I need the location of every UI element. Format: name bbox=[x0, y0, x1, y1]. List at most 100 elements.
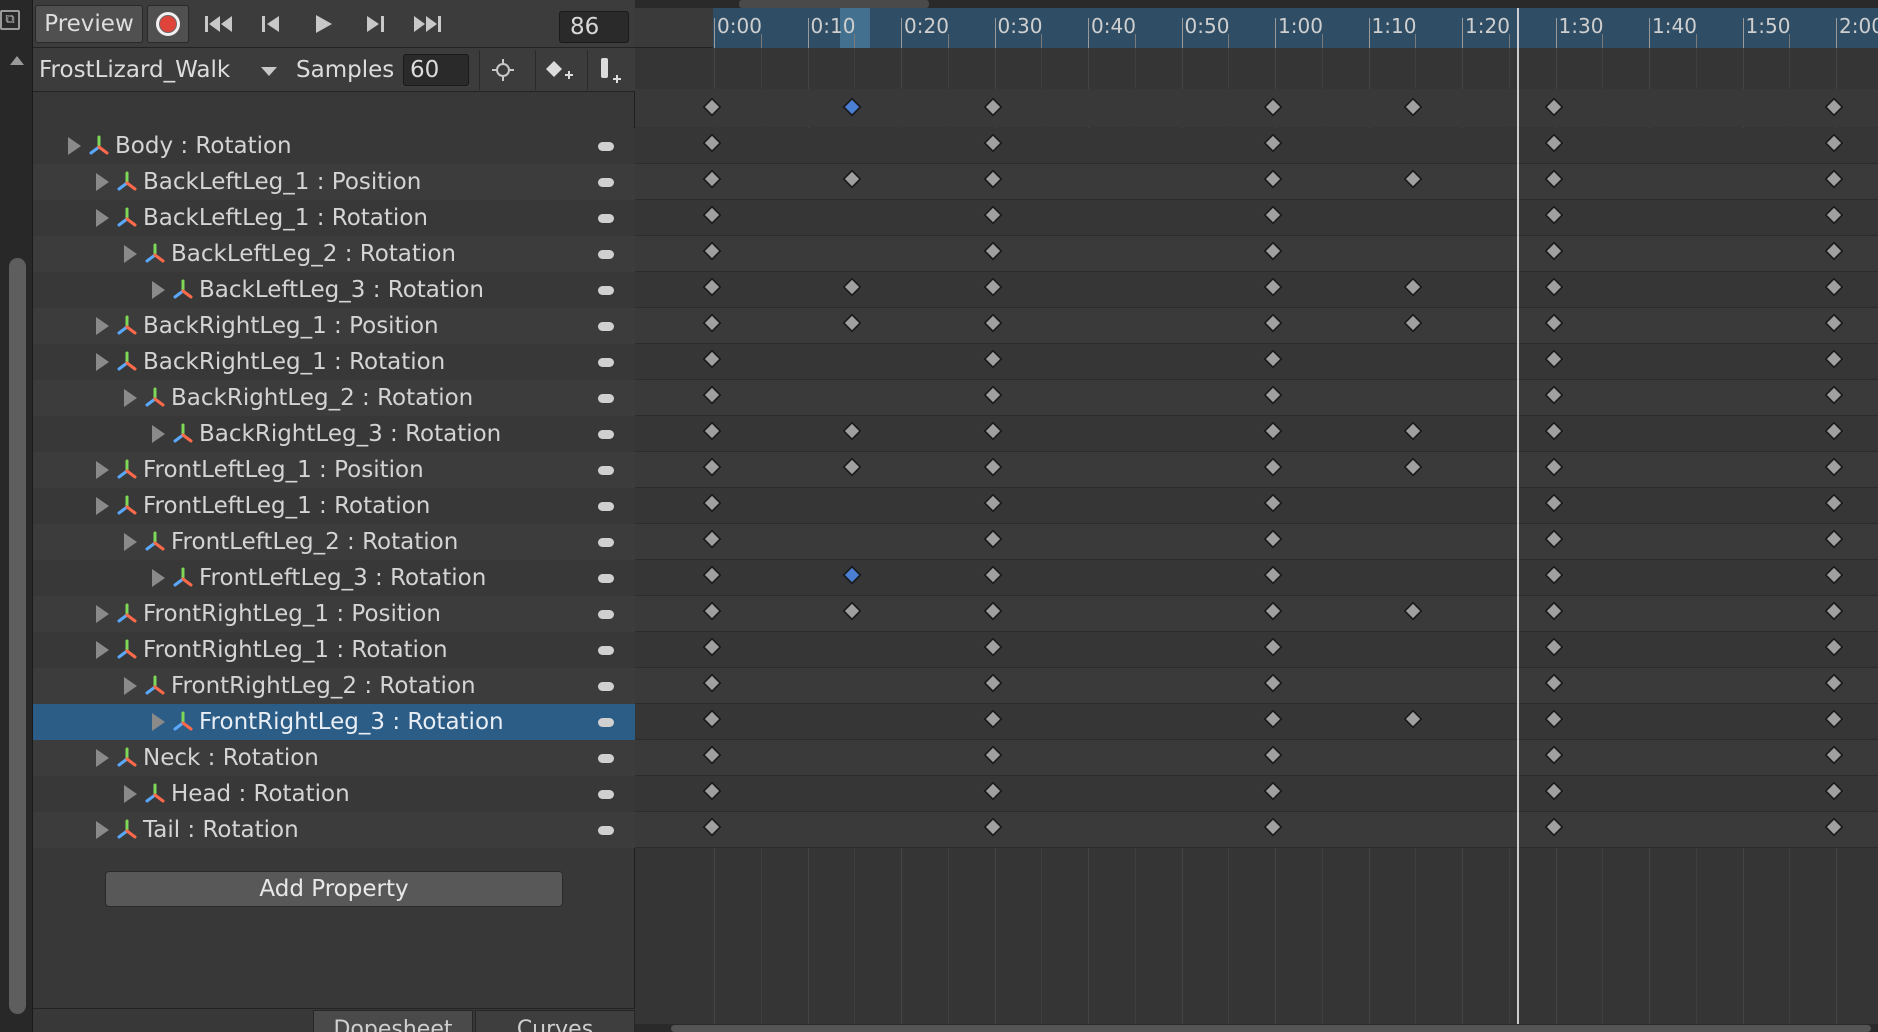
keyframe[interactable] bbox=[1263, 673, 1283, 693]
keyframe[interactable] bbox=[702, 529, 722, 549]
property-options-icon[interactable] bbox=[598, 574, 614, 583]
keyframe[interactable] bbox=[1403, 601, 1424, 621]
property-row[interactable]: BackRightLeg_1 : Position bbox=[33, 308, 635, 344]
keyframe[interactable] bbox=[702, 421, 722, 441]
expand-arrow-icon[interactable] bbox=[96, 461, 109, 479]
keyframe[interactable] bbox=[1403, 421, 1424, 441]
horizontal-scrollbar[interactable] bbox=[635, 1024, 1878, 1032]
property-row[interactable]: Body : Rotation bbox=[33, 128, 635, 164]
property-row[interactable]: BackRightLeg_1 : Rotation bbox=[33, 344, 635, 380]
keyframe-track[interactable] bbox=[635, 488, 1878, 524]
first-keyframe-button[interactable] bbox=[193, 5, 245, 43]
property-row[interactable]: BackLeftLeg_3 : Rotation bbox=[33, 272, 635, 308]
keyframe-track[interactable] bbox=[635, 344, 1878, 380]
keyframe[interactable] bbox=[1543, 169, 1564, 189]
keyframe-track[interactable] bbox=[635, 308, 1878, 344]
keyframe[interactable] bbox=[1543, 781, 1564, 801]
samples-field[interactable]: 60 bbox=[403, 54, 469, 86]
expand-arrow-icon[interactable] bbox=[96, 605, 109, 623]
property-row[interactable]: FrontRightLeg_2 : Rotation bbox=[33, 668, 635, 704]
keyframe[interactable] bbox=[1543, 493, 1564, 513]
keyframe[interactable] bbox=[702, 457, 722, 477]
keyframe[interactable] bbox=[982, 349, 1003, 369]
property-row[interactable]: BackLeftLeg_1 : Rotation bbox=[33, 200, 635, 236]
keyframe[interactable] bbox=[702, 745, 722, 765]
keyframe[interactable] bbox=[982, 205, 1003, 225]
property-row[interactable]: FrontRightLeg_1 : Position bbox=[33, 596, 635, 632]
keyframe-track[interactable] bbox=[635, 200, 1878, 236]
keyframe[interactable] bbox=[1824, 529, 1844, 549]
keyframe[interactable] bbox=[1824, 565, 1844, 585]
property-row[interactable]: Head : Rotation bbox=[33, 776, 635, 812]
expand-arrow-icon[interactable] bbox=[96, 173, 109, 191]
keyframe[interactable] bbox=[1543, 673, 1564, 693]
preview-button[interactable]: Preview bbox=[35, 5, 143, 43]
keyframe[interactable] bbox=[1824, 205, 1844, 225]
keyframe[interactable] bbox=[1543, 637, 1564, 657]
scrollbar-thumb[interactable] bbox=[739, 0, 929, 8]
keyframe[interactable] bbox=[702, 493, 722, 513]
keyframe[interactable] bbox=[1824, 745, 1844, 765]
scroll-up-arrow-icon[interactable] bbox=[10, 56, 24, 65]
keyframe-track[interactable] bbox=[635, 380, 1878, 416]
expand-arrow-icon[interactable] bbox=[96, 209, 109, 227]
keyframe[interactable] bbox=[1824, 601, 1844, 621]
keyframe[interactable] bbox=[982, 457, 1003, 477]
keyframe[interactable] bbox=[1824, 637, 1844, 657]
keyframe[interactable] bbox=[982, 493, 1003, 513]
expand-arrow-icon[interactable] bbox=[152, 281, 165, 299]
keyframe[interactable] bbox=[982, 277, 1003, 297]
property-options-icon[interactable] bbox=[598, 466, 614, 475]
expand-arrow-icon[interactable] bbox=[96, 641, 109, 659]
keyframe[interactable] bbox=[1403, 457, 1424, 477]
keyframe[interactable] bbox=[1263, 493, 1283, 513]
keyframe[interactable] bbox=[702, 673, 722, 693]
expand-arrow-icon[interactable] bbox=[68, 137, 81, 155]
vertical-scrollbar[interactable] bbox=[9, 258, 26, 1014]
keyframe[interactable] bbox=[842, 97, 863, 117]
keyframe-track[interactable] bbox=[635, 632, 1878, 668]
expand-arrow-icon[interactable] bbox=[124, 677, 137, 695]
keyframe[interactable] bbox=[982, 241, 1003, 261]
keyframe[interactable] bbox=[1824, 169, 1844, 189]
keyframe[interactable] bbox=[702, 97, 722, 117]
tab-dopesheet[interactable]: Dopesheet bbox=[313, 1010, 473, 1032]
property-options-icon[interactable] bbox=[598, 646, 614, 655]
property-options-icon[interactable] bbox=[598, 538, 614, 547]
property-options-icon[interactable] bbox=[598, 610, 614, 619]
property-row[interactable]: Tail : Rotation bbox=[33, 812, 635, 848]
record-button[interactable] bbox=[147, 5, 189, 43]
keyframe[interactable] bbox=[702, 313, 722, 333]
keyframe[interactable] bbox=[1263, 601, 1283, 621]
property-row[interactable]: BackLeftLeg_1 : Position bbox=[33, 164, 635, 200]
keyframe[interactable] bbox=[842, 565, 863, 585]
summary-track[interactable] bbox=[635, 89, 1878, 127]
keyframe-track[interactable] bbox=[635, 236, 1878, 272]
property-row[interactable]: FrontLeftLeg_1 : Rotation bbox=[33, 488, 635, 524]
keyframe[interactable] bbox=[702, 637, 722, 657]
keyframe[interactable] bbox=[842, 313, 863, 333]
timeline-scroll-bar[interactable] bbox=[635, 0, 1878, 8]
keyframe-track[interactable] bbox=[635, 524, 1878, 560]
expand-arrow-icon[interactable] bbox=[124, 389, 137, 407]
keyframe[interactable] bbox=[1403, 709, 1424, 729]
keyframe[interactable] bbox=[1263, 565, 1283, 585]
keyframe[interactable] bbox=[1824, 313, 1844, 333]
keyframe[interactable] bbox=[1263, 817, 1283, 837]
keyframe[interactable] bbox=[1263, 313, 1283, 333]
keyframe[interactable] bbox=[1263, 349, 1283, 369]
keyframe-track[interactable] bbox=[635, 164, 1878, 200]
property-options-icon[interactable] bbox=[598, 394, 614, 403]
keyframe[interactable] bbox=[1824, 709, 1844, 729]
property-options-icon[interactable] bbox=[598, 358, 614, 367]
keyframe[interactable] bbox=[1263, 457, 1283, 477]
keyframe[interactable] bbox=[1824, 781, 1844, 801]
keyframe-track[interactable] bbox=[635, 560, 1878, 596]
keyframe[interactable] bbox=[1263, 169, 1283, 189]
property-row[interactable]: FrontLeftLeg_1 : Position bbox=[33, 452, 635, 488]
keyframe[interactable] bbox=[1824, 277, 1844, 297]
play-button[interactable] bbox=[297, 5, 349, 43]
keyframe[interactable] bbox=[702, 781, 722, 801]
keyframe[interactable] bbox=[1543, 97, 1564, 117]
keyframe[interactable] bbox=[1543, 565, 1564, 585]
